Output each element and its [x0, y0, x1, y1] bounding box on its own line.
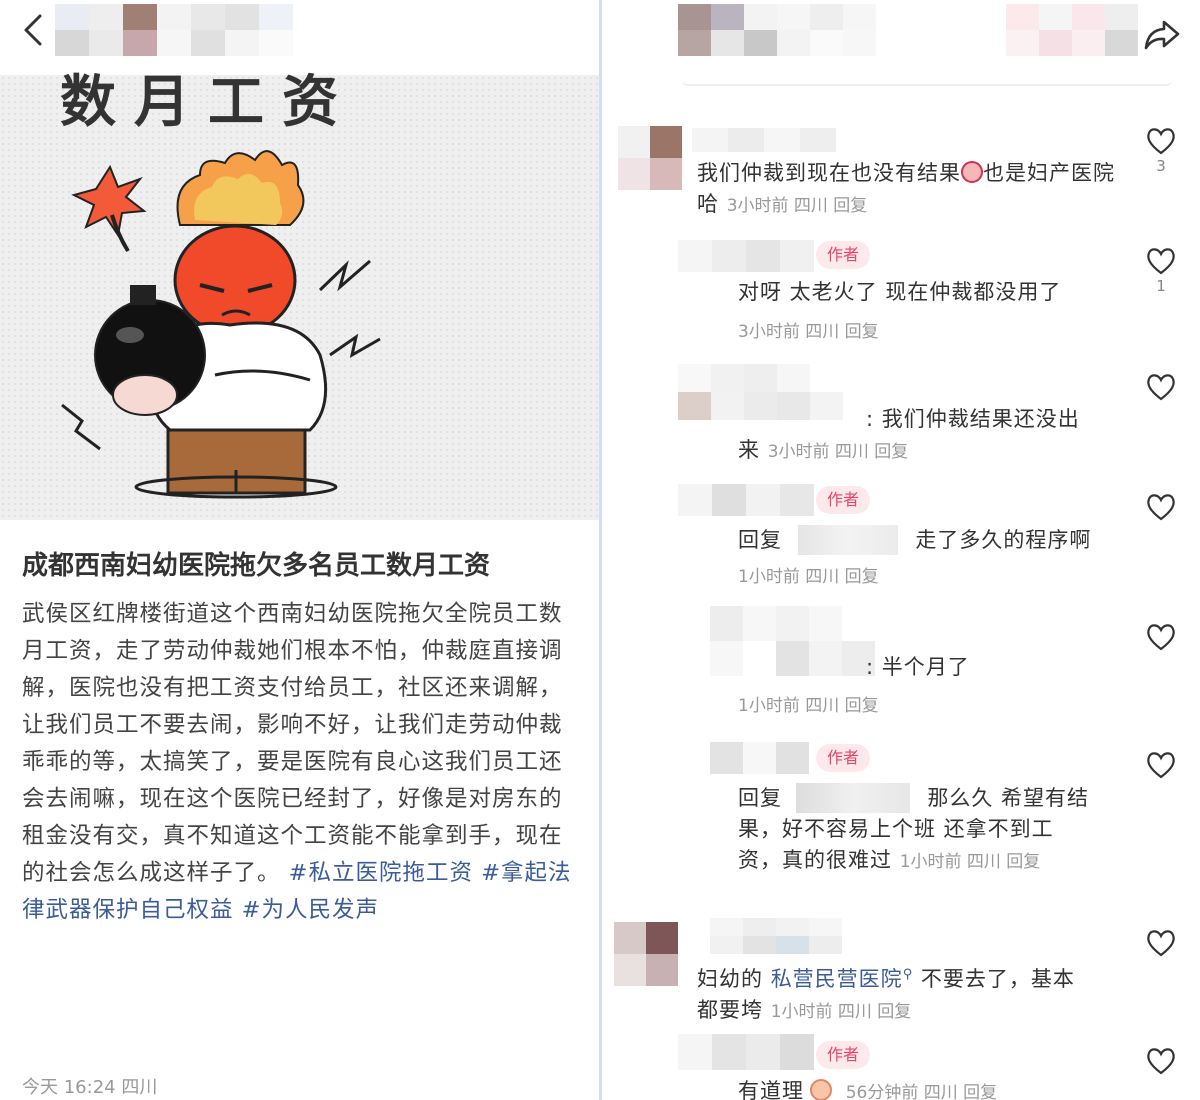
post-image[interactable]: 数月工资: [0, 70, 599, 520]
username-blur[interactable]: [692, 128, 836, 152]
comment-item: : 半个月了 1小时前 四川 回复: [738, 652, 1158, 716]
post-body-text: 武侯区红牌楼街道这个西南妇幼医院拖欠全院员工数月工资，走了劳动仲裁她们根本不怕，…: [22, 601, 563, 886]
like-button[interactable]: [1143, 372, 1179, 402]
reply-label: 回复: [738, 528, 782, 552]
heart-outline-icon: [1147, 752, 1175, 779]
comment-item: 对呀 太老火了 现在仲裁都没用了 3小时前 四川 回复: [738, 277, 1138, 342]
comment-meta[interactable]: 3小时前 四川 回复: [768, 442, 909, 462]
avatar[interactable]: [614, 922, 678, 986]
mention-blur[interactable]: [795, 783, 910, 813]
post-title: 成都西南妇幼医院拖欠多名员工数月工资: [22, 551, 491, 581]
hashtag-link[interactable]: #为人民发声: [242, 897, 379, 923]
heart-outline-icon: [1147, 128, 1175, 155]
username-blur[interactable]: [710, 742, 809, 774]
like-button[interactable]: 1: [1143, 246, 1179, 296]
author-badge: 作者: [816, 241, 870, 269]
follow-button-blur: [1006, 4, 1138, 56]
comment-item: 回复 那么久 希望有结 果，好不容易上个班 还拿不到工 资，真的很难过 1小时前…: [738, 783, 1158, 878]
post-timestamp: 今天 16:24 四川: [22, 1077, 158, 1098]
avatar[interactable]: [618, 126, 682, 190]
author-badge: 作者: [816, 1041, 870, 1069]
comment-text: 对呀 太老火了 现在仲裁都没用了: [738, 280, 1062, 304]
username-blur[interactable]: [710, 918, 842, 954]
hero-caption: 数月工资: [60, 70, 356, 135]
comment-meta[interactable]: 1小时前 四川 回复: [738, 562, 1158, 587]
commenter-avatar-blur: [678, 4, 876, 56]
like-button[interactable]: [1143, 750, 1179, 780]
comment-item: : 我们仲裁结果还没出 来 3小时前 四川 回复: [738, 404, 1158, 468]
comment-text: 有道理: [738, 1079, 804, 1100]
heart-outline-icon: [1147, 624, 1175, 651]
comment-meta[interactable]: 3小时前 四川 回复: [727, 196, 868, 216]
like-count: 3: [1156, 157, 1166, 175]
comment-item: 回复 走了多久的程序啊 1小时前 四川 回复: [738, 525, 1158, 587]
comment-text: 资，真的很难过: [738, 848, 892, 872]
like-button[interactable]: [1143, 928, 1179, 958]
hashtag-link[interactable]: #私立医院拖工资: [289, 860, 473, 886]
like-button[interactable]: [1143, 622, 1179, 652]
like-count: 1: [1156, 277, 1166, 295]
comment-text: 我们仲裁到现在也没有结果: [697, 161, 961, 185]
comment-meta[interactable]: 1小时前 四川 回复: [900, 852, 1041, 872]
comment-text: 走了多久的程序啊: [915, 528, 1092, 552]
comment-text: 来: [738, 438, 760, 462]
comment-text: 不要去了，基本: [920, 967, 1075, 991]
comment-meta[interactable]: 56分钟前 四川 回复: [846, 1083, 997, 1100]
chevron-left-icon[interactable]: [14, 10, 54, 50]
comment-text: : 半个月了: [866, 655, 970, 679]
username-blur[interactable]: [678, 1034, 814, 1070]
angry-bomb-illustration: [61, 150, 381, 499]
heart-outline-icon: [1147, 1048, 1175, 1075]
search-icon[interactable]: ⚲: [903, 967, 914, 982]
share-icon[interactable]: [1142, 14, 1182, 54]
author-badge: 作者: [816, 744, 870, 772]
heart-outline-icon: [1147, 248, 1175, 275]
comment-text: : 我们仲裁结果还没出: [866, 407, 1080, 431]
comments-panel: 我们仲裁到现在也没有结果 也是妇产医院哈 3小时前 四川 回复 3 作者 对呀 太…: [602, 0, 1200, 1100]
comment-text: 妇幼的: [697, 967, 763, 991]
comment-text: 果，好不容易上个班 还拿不到工: [738, 817, 1054, 841]
username-blur[interactable]: [678, 484, 814, 516]
comment-meta[interactable]: 1小时前 四川 回复: [771, 1002, 912, 1022]
comment-text: 那么久 希望有结: [927, 786, 1090, 810]
post-body: 武侯区红牌楼街道这个西南妇幼医院拖欠全院员工数月工资，走了劳动仲裁她们根本不怕，…: [22, 596, 582, 929]
like-button[interactable]: [1143, 492, 1179, 522]
author-badge: 作者: [816, 486, 870, 514]
like-button[interactable]: 3: [1143, 126, 1179, 176]
comment-meta[interactable]: 1小时前 四川 回复: [738, 691, 1158, 716]
comment-text: 都要垮: [697, 998, 763, 1022]
mention-blur[interactable]: [797, 525, 898, 555]
header-divider: [682, 80, 1172, 86]
like-button[interactable]: [1143, 1046, 1179, 1076]
comment-item: 有道理 56分钟前 四川 回复: [738, 1076, 1158, 1100]
heart-outline-icon: [1147, 494, 1175, 521]
crying-face-icon: [961, 161, 983, 183]
comment-item: 妇幼的 私营民营医院⚲ 不要去了，基本 都要垮 1小时前 四川 回复: [697, 959, 1137, 1028]
comment-meta[interactable]: 3小时前 四川 回复: [738, 317, 1138, 342]
post-panel: 数月工资 成都西南妇幼医院拖欠多名员工数月工资 武侯区红牌楼街道这个西南妇幼医院…: [0, 0, 599, 1100]
author-header-blur: [55, 4, 293, 56]
search-keyword-link[interactable]: 私营民营医院: [771, 967, 903, 991]
heart-outline-icon: [1147, 930, 1175, 957]
username-blur[interactable]: [678, 240, 814, 272]
heart-outline-icon: [1147, 374, 1175, 401]
smiling-face-icon: [810, 1079, 832, 1100]
reply-label: 回复: [738, 786, 782, 810]
comment-item: 我们仲裁到现在也没有结果 也是妇产医院哈 3小时前 四川 回复: [697, 158, 1117, 222]
